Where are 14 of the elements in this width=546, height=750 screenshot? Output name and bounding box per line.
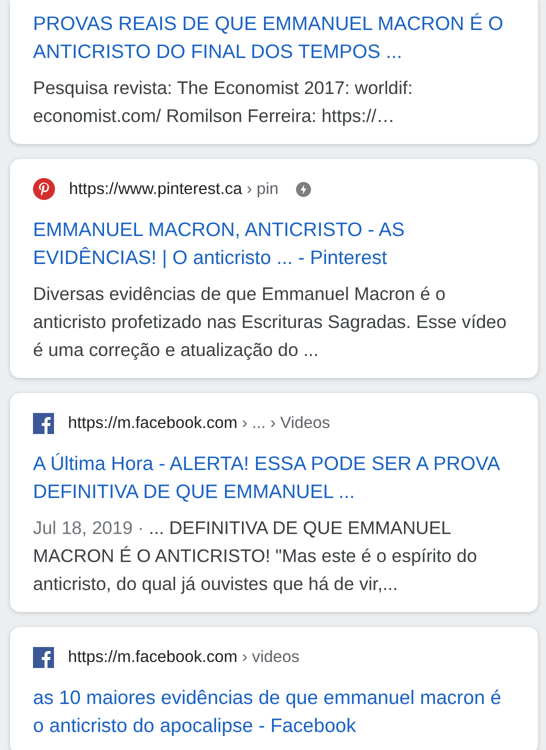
facebook-icon <box>33 646 54 668</box>
result-snippet: Pesquisa revista: The Economist 2017: worldif: economist.com/ Romilson Ferreira: https://… <box>33 76 414 128</box>
result-title-link[interactable]: EMMANUEL MACRON, ANTICRISTO - AS EVIDÊNCIAS! | O anticristo ... - Pinterest <box>33 216 516 272</box>
facebook-icon <box>33 412 54 434</box>
result-title-link[interactable]: A Última Hora - ALERTA! ESSA PODE SER A PROVA DEFINITIVA DE QUE EMMANUEL ... <box>33 450 516 506</box>
result-url[interactable]: https://www.pinterest.ca › pin <box>69 180 279 198</box>
pinterest-icon <box>33 178 55 200</box>
result-title-link[interactable]: PROVAS REAIS DE QUE EMMANUEL MACRON É O ANTICRISTO DO FINAL DOS TEMPOS ... <box>33 10 516 66</box>
result-url[interactable]: https://m.facebook.com › ... › Videos <box>68 414 330 432</box>
result-snippet: Jul 18, 2019 · ... DEFINITIVA DE QUE EMMANUEL MACRON É O ANTICRISTO! "Mas este é o espírito do anticristo, do qual já ouvistes que há de vir,... <box>33 516 478 596</box>
lightning-icon <box>296 182 311 196</box>
result-title-link[interactable]: as 10 maiores evidências de que emmanuel macron é o anticristo do apocalipse - Facebook <box>33 684 516 740</box>
result-snippet: Diversas evidências de que Emmanuel Macron é o anticristo profetizado nas Escrituras Sagradas. Esse vídeo é uma correção e atualização do ... <box>33 282 508 362</box>
result-url[interactable]: https://m.facebook.com › videos <box>68 648 300 666</box>
